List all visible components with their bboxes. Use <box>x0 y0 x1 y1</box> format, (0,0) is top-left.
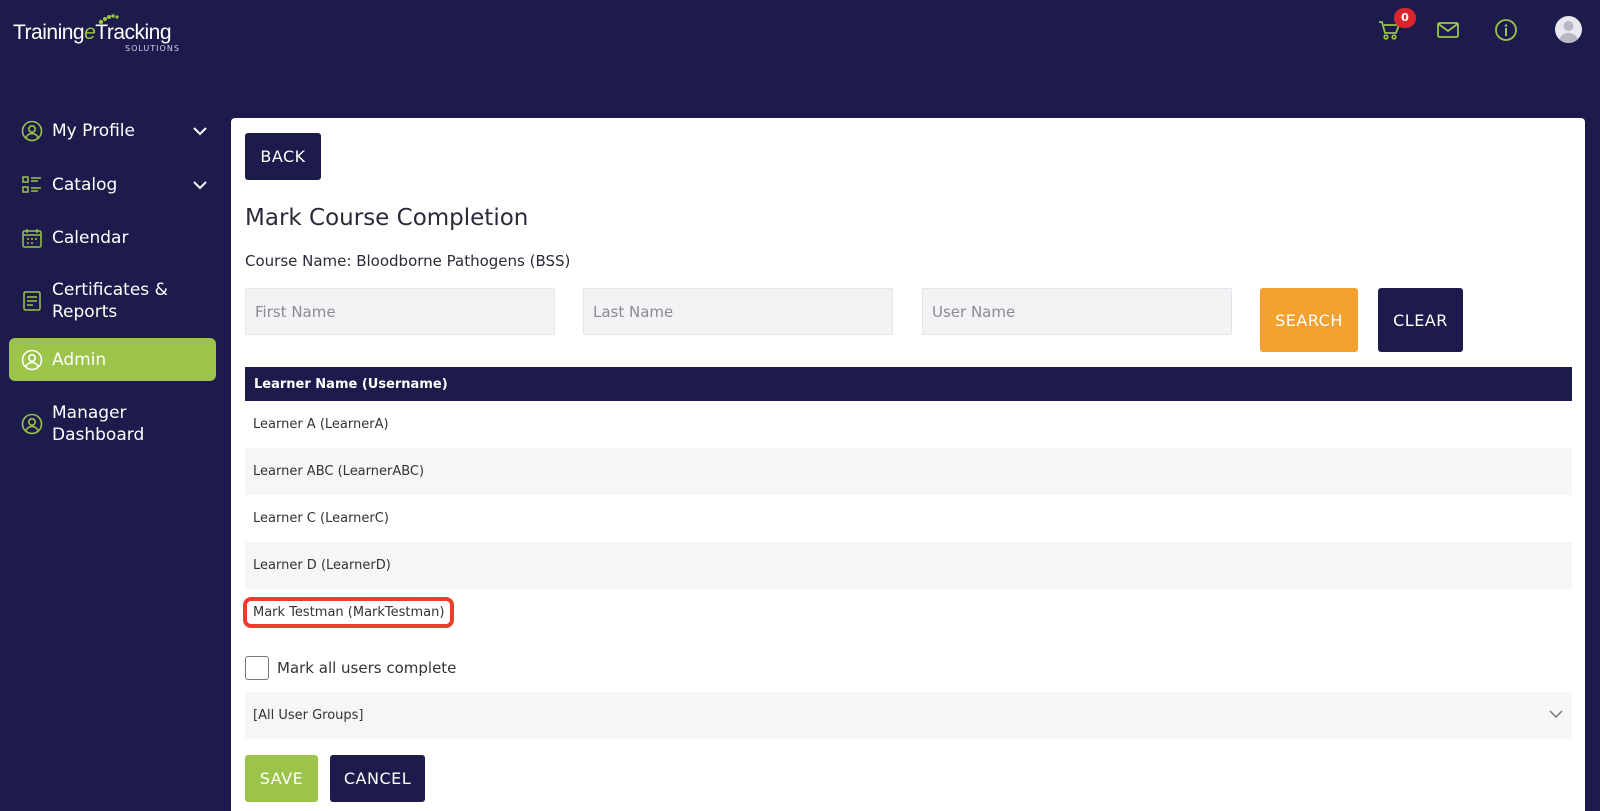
table-row[interactable]: Mark Testman (MarkTestman) <box>243 589 1572 636</box>
user-circle-icon <box>21 413 43 435</box>
back-button[interactable]: BACK <box>245 133 321 180</box>
sidebar-item-label: Manager Dashboard <box>52 403 145 445</box>
user-avatar[interactable] <box>1555 16 1582 43</box>
sidebar-item-catalog[interactable]: Catalog <box>9 158 216 212</box>
mail-icon[interactable] <box>1435 17 1461 43</box>
user-group-selected-value: [All User Groups] <box>253 708 364 723</box>
sidebar-item-label: Admin <box>52 349 107 370</box>
table-row[interactable]: Learner ABC (LearnerABC) <box>245 448 1572 495</box>
logo-text: TrainingeTracking <box>13 21 172 44</box>
learner-name-highlighted: Mark Testman (MarkTestman) <box>243 597 455 628</box>
sidebar-item-admin[interactable]: Admin <box>9 338 216 381</box>
info-icon[interactable] <box>1493 17 1519 43</box>
footprint-icon <box>98 14 119 25</box>
report-icon <box>23 291 41 311</box>
list-icon <box>22 176 41 193</box>
chevron-down-icon[interactable] <box>192 124 208 138</box>
learner-table: Learner Name (Username) Learner A (Learn… <box>243 367 1572 636</box>
main-card: BACK Mark Course Completion Course Name:… <box>231 118 1585 811</box>
learner-name: Learner C (LearnerC) <box>253 511 389 526</box>
table-row[interactable]: Learner A (LearnerA) <box>245 401 1572 448</box>
sidebar-item-manager-dashboard[interactable]: Manager Dashboard <box>9 381 216 467</box>
sidebar-nav: My Profile Catalog Calendar Certificates… <box>9 104 216 467</box>
sidebar-item-certificates-reports[interactable]: Certificates & Reports <box>9 264 216 338</box>
chevron-down-icon[interactable] <box>192 178 208 192</box>
table-row[interactable]: Learner C (LearnerC) <box>245 495 1572 542</box>
sidebar-item-my-profile[interactable]: My Profile <box>9 104 216 158</box>
calendar-icon <box>22 229 42 248</box>
page-title: Mark Course Completion <box>245 205 529 231</box>
chevron-down-icon <box>1549 710 1563 719</box>
cart-count-badge: 0 <box>1394 8 1416 28</box>
search-button[interactable]: SEARCH <box>1260 288 1358 352</box>
cancel-button[interactable]: CANCEL <box>330 755 425 802</box>
last-name-input[interactable] <box>583 288 893 335</box>
mark-all-checkbox[interactable] <box>245 656 269 680</box>
course-name: Course Name: Bloodborne Pathogens (BSS) <box>245 252 571 270</box>
learner-name: Learner D (LearnerD) <box>253 558 391 573</box>
table-header: Learner Name (Username) <box>245 367 1572 401</box>
mark-all-label[interactable]: Mark all users complete <box>277 659 456 677</box>
learner-name: Learner A (LearnerA) <box>253 417 389 432</box>
mark-all-row: Mark all users complete <box>245 656 456 680</box>
avatar-person-icon <box>1559 21 1578 43</box>
sidebar-item-label: Calendar <box>52 228 129 248</box>
sidebar-item-label: Catalog <box>52 175 118 195</box>
save-button[interactable]: SAVE <box>245 755 318 802</box>
user-circle-icon <box>21 349 43 370</box>
user-name-input[interactable] <box>922 288 1232 335</box>
user-group-select[interactable]: [All User Groups] <box>245 692 1572 739</box>
logo-subtitle: SOLUTIONS <box>125 44 180 53</box>
sidebar-item-label: My Profile <box>52 121 135 141</box>
table-row[interactable]: Learner D (LearnerD) <box>245 542 1572 589</box>
first-name-input[interactable] <box>245 288 555 335</box>
user-circle-icon <box>21 120 43 142</box>
clear-button[interactable]: CLEAR <box>1378 288 1463 352</box>
sidebar-item-calendar[interactable]: Calendar <box>9 212 216 264</box>
sidebar-item-label: Certificates & Reports <box>52 280 168 322</box>
learner-name: Learner ABC (LearnerABC) <box>253 464 425 479</box>
